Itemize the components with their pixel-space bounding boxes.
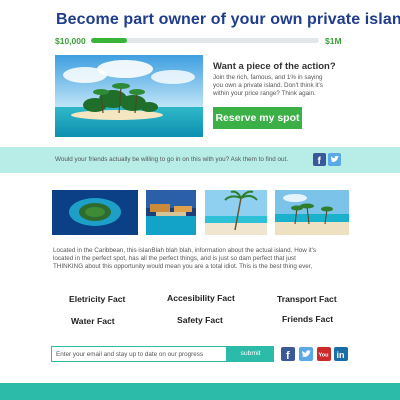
funding-progress-fill <box>91 38 128 43</box>
footer-band <box>0 383 400 400</box>
island-description: Located in the Caribbean, this islanBlah… <box>53 247 353 272</box>
funding-progress-bar <box>91 38 319 43</box>
cta-heading: Want a piece of the action? <box>213 61 336 72</box>
description-line: located in the perfect spot, has all the… <box>53 255 296 263</box>
fact-friends[interactable]: Friends Fact <box>282 314 333 324</box>
progress-min-label: $10,000 <box>55 36 86 46</box>
linkedin-icon[interactable]: in <box>334 347 348 361</box>
twitter-icon[interactable] <box>328 153 341 166</box>
description-line: THINKING about this opportunity would me… <box>53 263 313 271</box>
facebook-icon[interactable]: f <box>281 347 295 362</box>
cta-text-line: Join the rich, famous, and 1% in saying <box>213 74 323 81</box>
reserve-spot-button[interactable]: Reserve my spot <box>213 107 302 129</box>
page-title: Become part owner of your own private is… <box>56 11 400 28</box>
youtube-icon[interactable]: You <box>317 347 331 361</box>
cta-text-line: within your price range? Think again. <box>213 90 316 97</box>
email-signup-input[interactable] <box>51 346 227 362</box>
cta-description: Join the rich, famous, and 1% in saying … <box>213 74 353 98</box>
twitter-icon[interactable] <box>299 347 313 361</box>
cta-text-line: you own a private island. Don't think it… <box>213 82 323 89</box>
share-prompt-text: Would your friends actually be willing t… <box>55 156 288 163</box>
fact-electricity[interactable]: Eletricity Fact <box>69 294 125 304</box>
facebook-icon[interactable]: f <box>313 153 326 167</box>
svg-text:f: f <box>318 156 322 166</box>
palm-beach-thumbnail[interactable] <box>205 190 267 235</box>
fact-water[interactable]: Water Fact <box>71 316 115 326</box>
svg-text:f: f <box>286 350 290 361</box>
description-line: Located in the Caribbean, this islanBlah… <box>53 247 317 254</box>
beach-palms-thumbnail[interactable] <box>275 190 349 235</box>
svg-text:in: in <box>337 350 345 360</box>
fact-accessibility[interactable]: Accesibility Fact <box>167 293 235 303</box>
fact-transport[interactable]: Transport Fact <box>277 294 337 304</box>
island-aerial-thumbnail[interactable] <box>52 190 138 235</box>
svg-text:You: You <box>319 353 329 359</box>
progress-max-label: $1M <box>325 36 342 46</box>
resort-pool-thumbnail[interactable] <box>146 190 196 235</box>
submit-button[interactable]: submit <box>227 346 274 362</box>
fact-safety[interactable]: Safety Fact <box>177 315 223 325</box>
island-hero-image <box>55 55 203 137</box>
